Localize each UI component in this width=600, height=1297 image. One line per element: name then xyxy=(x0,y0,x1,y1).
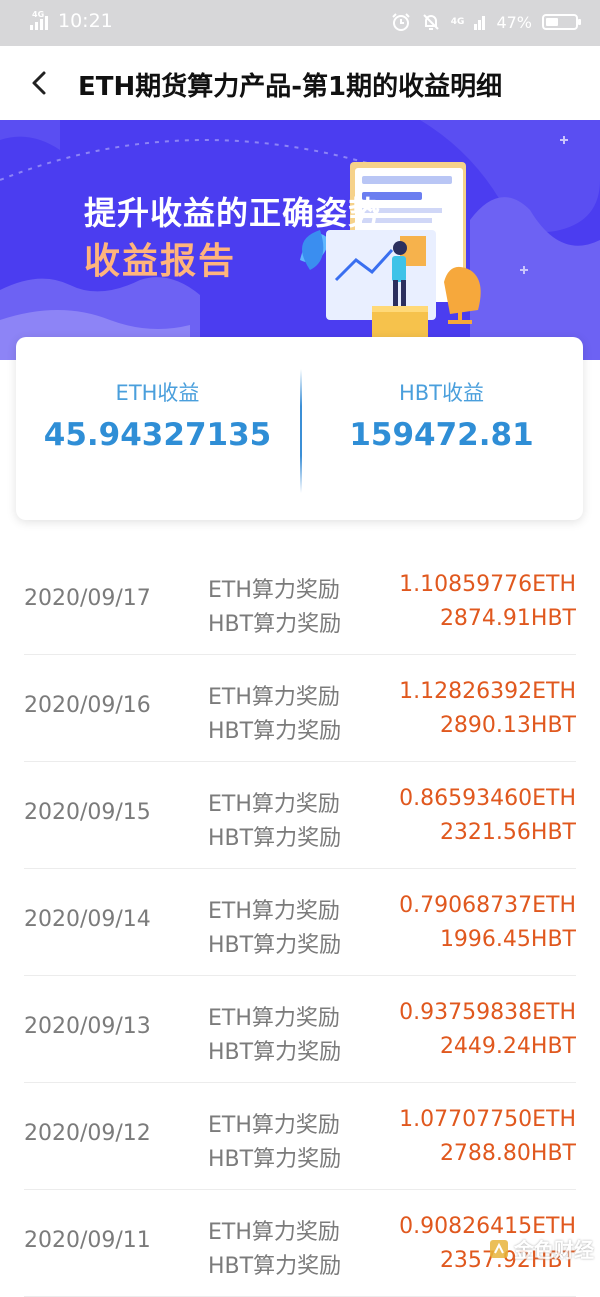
record-eth-amount: 0.93759838ETH xyxy=(399,1000,576,1025)
record-row: 2020/09/16 ETH算力奖励 HBT算力奖励 1.12826392ETH… xyxy=(24,655,576,762)
record-hbt-label: HBT算力奖励 xyxy=(208,612,342,637)
signal-bars-icon xyxy=(474,16,486,30)
title-bar: ETH期货算力产品-第1期的收益明细 xyxy=(0,46,600,120)
record-eth-amount: 1.12826392ETH xyxy=(399,679,576,704)
banner-subheadline: 收益报告 xyxy=(84,241,237,282)
record-eth-amount: 0.79068737ETH xyxy=(399,893,576,918)
record-eth-label: ETH算力奖励 xyxy=(208,1113,340,1138)
record-hbt-label: HBT算力奖励 xyxy=(208,826,342,851)
battery-percent: 47% xyxy=(496,12,532,32)
record-date: 2020/09/12 xyxy=(24,1121,151,1146)
hbt-summary: HBT收益 159472.81 xyxy=(300,337,583,520)
earnings-summary-card: ETH收益 45.94327135 HBT收益 159472.81 xyxy=(16,337,583,520)
record-date: 2020/09/14 xyxy=(24,907,151,932)
record-eth-label: ETH算力奖励 xyxy=(208,1006,340,1031)
record-hbt-label: HBT算力奖励 xyxy=(208,933,342,958)
watermark: 金色财经 xyxy=(488,1234,594,1263)
record-hbt-label: HBT算力奖励 xyxy=(208,1040,342,1065)
record-eth-label: ETH算力奖励 xyxy=(208,792,340,817)
record-eth-amount: 1.07707750ETH xyxy=(399,1107,576,1132)
record-hbt-amount: 2449.24HBT xyxy=(439,1034,576,1059)
status-left: 4G 10:21 xyxy=(28,10,113,32)
earnings-record-list: 2020/09/17 ETH算力奖励 HBT算力奖励 1.10859776ETH… xyxy=(0,548,600,1297)
status-right: 4G 47% xyxy=(391,12,581,32)
eth-earnings-value: 45.94327135 xyxy=(43,417,272,453)
banner-headline: 提升收益的正确姿势 xyxy=(84,194,382,232)
battery-icon xyxy=(542,14,581,30)
watermark-text: 金色财经 xyxy=(514,1238,594,1262)
record-hbt-label: HBT算力奖励 xyxy=(208,1147,342,1172)
record-eth-amount: 1.10859776ETH xyxy=(399,572,576,597)
record-date: 2020/09/16 xyxy=(24,693,151,718)
record-row: 2020/09/13 ETH算力奖励 HBT算力奖励 0.93759838ETH… xyxy=(24,976,576,1083)
record-eth-label: ETH算力奖励 xyxy=(208,1220,340,1245)
mute-bell-icon xyxy=(423,14,439,30)
record-row: 2020/09/15 ETH算力奖励 HBT算力奖励 0.86593460ETH… xyxy=(24,762,576,869)
record-date: 2020/09/17 xyxy=(24,586,151,611)
page-title: ETH期货算力产品-第1期的收益明细 xyxy=(78,72,503,102)
back-arrow-icon[interactable] xyxy=(26,68,56,98)
record-row: 2020/09/17 ETH算力奖励 HBT算力奖励 1.10859776ETH… xyxy=(24,548,576,655)
record-date: 2020/09/11 xyxy=(24,1228,151,1253)
hbt-earnings-label: HBT收益 xyxy=(398,381,485,405)
record-hbt-amount: 1996.45HBT xyxy=(439,927,576,952)
record-row: 2020/09/14 ETH算力奖励 HBT算力奖励 0.79068737ETH… xyxy=(24,869,576,976)
record-hbt-amount: 2788.80HBT xyxy=(439,1141,576,1166)
record-eth-amount: 0.86593460ETH xyxy=(399,786,576,811)
record-hbt-label: HBT算力奖励 xyxy=(208,719,342,744)
record-eth-label: ETH算力奖励 xyxy=(208,685,340,710)
record-eth-label: ETH算力奖励 xyxy=(208,899,340,924)
signal-icon: 4G xyxy=(28,10,50,32)
eth-summary: ETH收益 45.94327135 xyxy=(16,337,299,520)
record-hbt-amount: 2874.91HBT xyxy=(439,606,576,631)
record-hbt-label: HBT算力奖励 xyxy=(208,1254,342,1279)
hbt-earnings-value: 159472.81 xyxy=(349,417,534,453)
record-date: 2020/09/15 xyxy=(24,800,151,825)
record-hbt-amount: 2321.56HBT xyxy=(439,820,576,845)
promo-banner: 提升收益的正确姿势 收益报告 xyxy=(0,120,600,360)
record-row: 2020/09/12 ETH算力奖励 HBT算力奖励 1.07707750ETH… xyxy=(24,1083,576,1190)
network-type: 4G xyxy=(450,17,465,27)
status-time: 10:21 xyxy=(58,10,113,32)
record-date: 2020/09/13 xyxy=(24,1014,151,1039)
watermark-logo-icon xyxy=(490,1239,508,1258)
record-hbt-amount: 2890.13HBT xyxy=(439,713,576,738)
status-bar: 4G 10:21 4G 47% xyxy=(0,0,600,46)
eth-earnings-label: ETH收益 xyxy=(115,381,200,405)
alarm-icon xyxy=(392,13,410,31)
record-eth-label: ETH算力奖励 xyxy=(208,578,340,603)
